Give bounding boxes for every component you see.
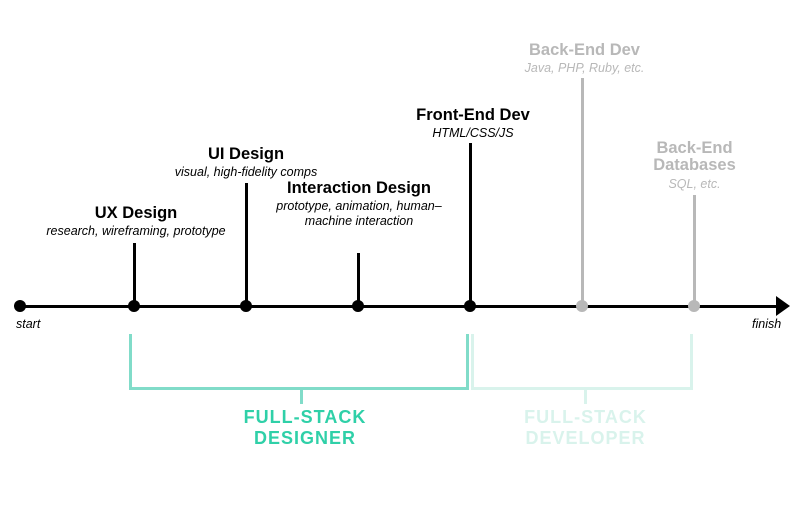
node-be-db: Back-End Databases SQL, etc.	[632, 140, 757, 192]
tick-be-db	[693, 195, 696, 303]
node-ux-title: UX Design	[36, 205, 236, 222]
node-ix-title: Interaction Design	[269, 180, 449, 197]
axis-finish-label: finish	[752, 317, 781, 331]
tick-ui	[245, 183, 248, 303]
arrowhead-icon	[776, 296, 790, 316]
node-be-dev: Back-End Dev Java, PHP, Ruby, etc.	[512, 42, 657, 76]
node-ix: Interaction Design prototype, animation,…	[269, 180, 449, 229]
node-ui: UI Design visual, high-fidelity comps	[166, 146, 326, 180]
node-fe-sub: HTML/CSS/JS	[398, 126, 548, 141]
tick-ux	[133, 243, 136, 303]
tick-be-dev	[581, 78, 584, 303]
node-be-dev-title: Back-End Dev	[512, 42, 657, 59]
node-be-db-sub: SQL, etc.	[632, 177, 757, 192]
timeline-diagram: { "axis": { "start": "start", "finish": …	[0, 0, 800, 524]
node-fe-title: Front-End Dev	[398, 107, 548, 124]
bracket-developer	[471, 334, 693, 390]
node-ix-sub: prototype, animation, human–machine inte…	[269, 199, 449, 229]
tick-fe	[469, 143, 472, 303]
node-ux-sub: research, wireframing, prototype	[36, 224, 236, 239]
bracket-designer	[129, 334, 469, 390]
bracket-drop-icon	[584, 390, 587, 404]
bracket-drop-icon	[300, 390, 303, 404]
tick-ix	[357, 253, 360, 303]
node-ux: UX Design research, wireframing, prototy…	[36, 205, 236, 239]
node-be-dev-sub: Java, PHP, Ruby, etc.	[512, 61, 657, 76]
axis-start-label: start	[16, 317, 40, 331]
node-be-db-title: Back-End Databases	[632, 140, 757, 175]
node-ui-title: UI Design	[166, 146, 326, 163]
node-fe: Front-End Dev HTML/CSS/JS	[398, 107, 548, 141]
group-label-designer: FULL-STACK DESIGNER	[220, 407, 390, 448]
group-label-developer: FULL-STACK DEVELOPER	[498, 407, 673, 448]
axis-origin-dot	[14, 300, 26, 312]
